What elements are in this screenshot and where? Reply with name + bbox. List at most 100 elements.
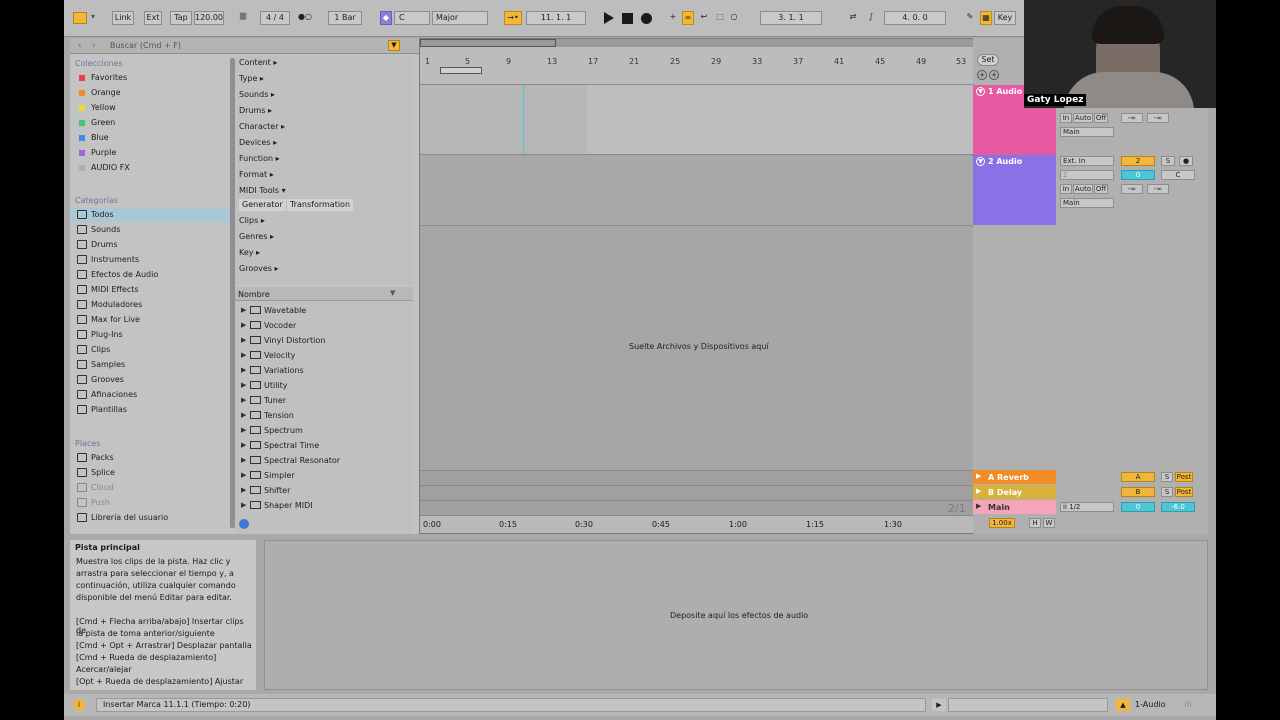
- punch-icon[interactable]: ∫: [864, 11, 878, 25]
- category-instruments[interactable]: Instruments: [70, 253, 230, 267]
- name-column-header[interactable]: Nombre: [238, 290, 270, 299]
- fold-chevron-icon[interactable]: ▶: [976, 487, 981, 495]
- filter-drums[interactable]: Drums ▸: [239, 104, 272, 118]
- expand-arrow-icon[interactable]: ▶: [241, 303, 246, 318]
- h-button[interactable]: H: [1029, 518, 1041, 528]
- expand-arrow-icon[interactable]: ▶: [241, 348, 246, 363]
- filter-midi-tools[interactable]: MIDI Tools ▾: [239, 184, 286, 198]
- scale-select[interactable]: Major: [432, 11, 488, 25]
- result-tension[interactable]: ▶ Tension: [235, 408, 405, 423]
- result-spectral-time[interactable]: ▶ Spectral Time: [235, 438, 405, 453]
- category-grooves[interactable]: Grooves: [70, 373, 230, 387]
- category-plugins[interactable]: Plug-Ins: [70, 328, 230, 342]
- filter-toggle-icon[interactable]: ▼: [388, 40, 400, 51]
- return-name[interactable]: Main: [988, 503, 1010, 512]
- expand-arrow-icon[interactable]: ▶: [241, 453, 246, 468]
- midi-track-track-field[interactable]: [948, 698, 1108, 712]
- main-lane[interactable]: 2/1: [420, 500, 974, 515]
- filter-character[interactable]: Character ▸: [239, 120, 285, 134]
- return-name[interactable]: B Delay: [988, 488, 1022, 497]
- send-b-knob[interactable]: -∞: [1147, 113, 1169, 123]
- category-samples[interactable]: Samples: [70, 358, 230, 372]
- expand-arrow-icon[interactable]: ▶: [241, 378, 246, 393]
- expand-arrow-icon[interactable]: ▶: [241, 318, 246, 333]
- filter-devices[interactable]: Devices ▸: [239, 136, 277, 150]
- overdub-icon[interactable]: +: [668, 11, 678, 25]
- song-position-field[interactable]: 11. 1. 1: [526, 11, 586, 25]
- cue-out-select[interactable]: ii 1/2: [1060, 502, 1114, 512]
- set-button[interactable]: Set: [977, 54, 999, 66]
- category-todos[interactable]: Todos: [70, 208, 230, 222]
- collection-audio-fx[interactable]: AUDIO FX: [70, 161, 230, 175]
- device-view[interactable]: Deposite aquí los efectos de audio: [264, 540, 1208, 690]
- result-shaper-midi[interactable]: ▶ Shaper MIDI: [235, 498, 405, 513]
- remove-locator-icon[interactable]: +: [989, 70, 999, 80]
- filter-format[interactable]: Format ▸: [239, 168, 274, 182]
- time-ruler[interactable]: 0:00 0:15 0:30 0:45 1:00 1:15 1:30: [420, 515, 974, 533]
- result-tuner[interactable]: ▶ Tuner: [235, 393, 405, 408]
- filter-content[interactable]: Content ▸: [239, 56, 277, 70]
- collection-orange[interactable]: Orange: [70, 86, 230, 100]
- fold-chevron-icon[interactable]: ▶: [976, 472, 981, 480]
- follow-button[interactable]: →•: [504, 11, 522, 25]
- track-2-header[interactable]: ▼ 2 Audio: [973, 155, 1056, 225]
- forward-nav-icon[interactable]: ›: [92, 41, 96, 51]
- loop-brace[interactable]: [440, 67, 482, 74]
- stop-icon[interactable]: [622, 13, 633, 24]
- place-push[interactable]: Push: [70, 496, 230, 510]
- ext-sync-button[interactable]: Ext: [144, 11, 162, 25]
- return-a-activator[interactable]: A: [1121, 472, 1155, 482]
- input-monitor-auto[interactable]: Auto: [1073, 184, 1093, 194]
- filter-clips[interactable]: Clips ▸: [239, 214, 265, 228]
- result-vocoder[interactable]: ▶ Vocoder: [235, 318, 405, 333]
- filter-genres[interactable]: Genres ▸: [239, 230, 274, 244]
- filter-key[interactable]: Key ▸: [239, 246, 260, 260]
- loop-switch-icon[interactable]: ⇄: [846, 11, 860, 25]
- expand-arrow-icon[interactable]: ▶: [241, 468, 246, 483]
- drop-area[interactable]: Suelte Archivos y Dispositivos aquí: [420, 227, 974, 470]
- return-a-solo[interactable]: S: [1161, 472, 1173, 482]
- expand-arrow-icon[interactable]: ▶: [241, 408, 246, 423]
- fold-chevron-icon[interactable]: ▼: [976, 157, 985, 166]
- scale-mode-button[interactable]: ◆: [380, 11, 392, 25]
- collection-blue[interactable]: Blue: [70, 131, 230, 145]
- category-templates[interactable]: Plantillas: [70, 403, 230, 417]
- expand-arrow-icon[interactable]: ▶: [241, 363, 246, 378]
- arrangement-view[interactable]: 1 5 9 13 17 21 25 29 33 37 41 45 49 53 S…: [419, 38, 974, 534]
- tap-tempo-button[interactable]: Tap: [170, 11, 192, 25]
- expand-arrow-icon[interactable]: ▶: [241, 423, 246, 438]
- track-name[interactable]: 2 Audio: [988, 157, 1022, 166]
- return-b-activator[interactable]: B: [1121, 487, 1155, 497]
- result-shifter[interactable]: ▶ Shifter: [235, 483, 405, 498]
- computer-keyboard-icon[interactable]: ▦: [980, 11, 992, 25]
- automation-arm-icon[interactable]: ∞: [682, 11, 694, 25]
- track-lane-2[interactable]: [420, 156, 974, 226]
- tempo-field[interactable]: 120.00: [194, 11, 224, 25]
- time-signature-field[interactable]: 4 / 4: [260, 11, 290, 25]
- output-select[interactable]: Main: [1060, 198, 1114, 208]
- metronome-bars-icon[interactable]: ⫼⫼: [228, 11, 258, 25]
- speed-button[interactable]: 1.00x: [989, 518, 1015, 528]
- track-volume[interactable]: 0: [1121, 170, 1155, 180]
- expand-arrow-icon[interactable]: ▶: [241, 393, 246, 408]
- send-b-knob[interactable]: -∞: [1147, 184, 1169, 194]
- filter-grooves[interactable]: Grooves ▸: [239, 262, 278, 276]
- info-toggle-icon[interactable]: i: [73, 699, 85, 711]
- expand-arrow-icon[interactable]: ▶: [241, 333, 246, 348]
- return-a-post[interactable]: Post: [1175, 472, 1193, 482]
- result-wavetable[interactable]: ▶ Wavetable: [235, 303, 405, 318]
- return-lane-a[interactable]: [420, 470, 974, 485]
- collection-favorites[interactable]: Favorites: [70, 71, 230, 85]
- return-lane-b[interactable]: [420, 485, 974, 500]
- expand-arrow-icon[interactable]: ▶: [241, 498, 246, 513]
- place-user-library[interactable]: Librería del usuario: [70, 511, 230, 525]
- tag-transformation[interactable]: Transformation: [287, 199, 354, 211]
- return-b-header[interactable]: ▶ B Delay: [973, 485, 1056, 499]
- key-select[interactable]: C: [394, 11, 430, 25]
- category-sounds[interactable]: Sounds: [70, 223, 230, 237]
- return-a-header[interactable]: ▶ A Reverb: [973, 470, 1056, 484]
- solo-button[interactable]: S: [1161, 156, 1175, 166]
- category-tunings[interactable]: Afinaciones: [70, 388, 230, 402]
- tag-generator[interactable]: Generator: [239, 199, 286, 211]
- place-splice[interactable]: Splice: [70, 466, 230, 480]
